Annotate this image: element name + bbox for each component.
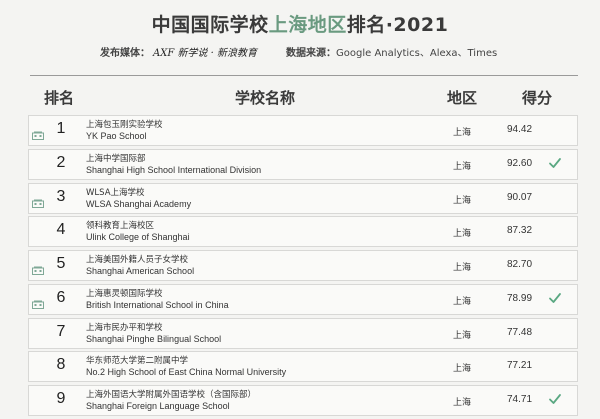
- score: 90.07: [507, 191, 533, 203]
- table-row: 9 上海外国语大学附属外国语学校（含国际部） Shanghai Foreign La…: [28, 385, 578, 416]
- title-highlight: 上海地区: [268, 14, 347, 36]
- header-name: 学校名称: [235, 89, 296, 107]
- rank-number: 2: [56, 153, 66, 171]
- header-score: 得分: [522, 89, 553, 107]
- table-row: 7 上海市民办平和学校 Shanghai Pinghe Bilingual Scho…: [28, 317, 578, 349]
- score: 78.99: [507, 292, 533, 304]
- school-name-cn: 上海美国外籍人员子女学校: [86, 255, 189, 265]
- region: 上海: [453, 195, 472, 206]
- title-part3: 排名·2021: [346, 14, 449, 36]
- school-name-en: British International School in China: [86, 299, 229, 310]
- region: 上海: [453, 330, 472, 341]
- school-building-icon: [32, 294, 44, 309]
- checkmark-icon: [548, 391, 562, 405]
- school-name-en: Shanghai American School: [86, 266, 195, 276]
- school-name-en: Shanghai Foreign Language School: [86, 401, 230, 411]
- school-name-cn: 上海惠灵顿国际学校: [86, 288, 163, 299]
- table-row: 1 上海包玉刚实验学校 YK Pao School 上海 94.42: [28, 115, 578, 146]
- publisher-label: 发布媒体：: [100, 48, 150, 59]
- school-name-en: Shanghai High School International Divis…: [86, 164, 262, 175]
- school-name-cn: 华东师范大学第二附属中学: [86, 356, 189, 367]
- ranking-table: 1 上海包玉刚实验学校 YK Pao School 上海 94.42 2 上海中学国际部 Sh…: [28, 115, 578, 419]
- source-value: Google Analytics、Alexa、Times: [336, 48, 498, 59]
- region: 上海: [453, 398, 472, 408]
- divider: [30, 75, 578, 76]
- school-name-cn: 上海市民办平和学校: [86, 322, 163, 333]
- score: 77.21: [507, 360, 533, 372]
- table-row: 8 华东师范大学第二附属中学 No.2 High School of East Ch…: [28, 351, 578, 383]
- table-row: 6 上海惠灵顿国际学校 British International School i…: [28, 283, 578, 315]
- school-name-cn: 领科教育上海校区: [86, 221, 155, 232]
- table-row: 2 上海中学国际部 Shanghai High School Internation…: [28, 148, 578, 180]
- region: 上海: [453, 296, 472, 307]
- school-name-cn: WLSA上海学校: [86, 187, 145, 198]
- rank-number: 3: [56, 187, 66, 205]
- title-part1: 中国国际学校: [151, 14, 269, 36]
- header-rank: 排名: [44, 89, 75, 107]
- publisher: 发布媒体： AXF 新学说 · 新浪教育: [100, 44, 257, 59]
- rank-number: 8: [56, 356, 66, 374]
- school-building-icon: [32, 193, 44, 208]
- rank-number: 1: [56, 120, 66, 137]
- region: 上海: [453, 364, 472, 375]
- school-name-en: YK Pao School: [86, 131, 147, 141]
- school-name-cn: 上海外国语大学附属外国语学校（含国际部）: [86, 390, 257, 400]
- rank-number: 7: [56, 322, 66, 340]
- rank-number: 6: [56, 288, 66, 306]
- table-row: 5 上海美国外籍人员子女学校 Shanghai American School 上海 8…: [28, 250, 578, 281]
- rank-number: 5: [56, 255, 66, 272]
- checkmark-icon: [548, 155, 562, 169]
- score: 87.32: [507, 225, 533, 237]
- school-building-icon: [32, 260, 44, 275]
- checkmark-icon: [548, 290, 562, 304]
- school-name-en: Shanghai Pinghe Bilingual School: [86, 333, 222, 344]
- page-title: 中国国际学校上海地区排名·2021: [0, 10, 600, 37]
- rank-number: 9: [56, 390, 66, 407]
- data-source: 数据来源：Google Analytics、Alexa、Times: [286, 44, 497, 59]
- school-building-icon: [32, 125, 44, 140]
- region: 上海: [453, 161, 472, 172]
- school-name-cn: 上海中学国际部: [86, 153, 146, 164]
- table-row: 4 领科教育上海校区 Ulink College of Shanghai 上海 87.3…: [28, 216, 578, 248]
- school-name-en: Ulink College of Shanghai: [86, 232, 190, 243]
- score: 92.60: [507, 157, 533, 169]
- header-region: 地区: [447, 89, 478, 107]
- region: 上海: [453, 263, 472, 273]
- rank-number: 4: [56, 221, 66, 239]
- table-row: 3 WLSA上海学校 WLSA Shanghai Academy 上海 90.07: [28, 182, 578, 214]
- school-name-en: No.2 High School of East China Normal Un…: [86, 367, 287, 378]
- score: 94.42: [507, 124, 533, 135]
- school-name-cn: 上海包玉刚实验学校: [86, 120, 163, 130]
- score: 77.48: [507, 326, 533, 338]
- region: 上海: [453, 229, 472, 240]
- table-header: 排名 学校名称 地区 得分: [30, 84, 578, 110]
- source-label: 数据来源：: [286, 48, 336, 59]
- region: 上海: [453, 128, 472, 138]
- publisher-signature: AXF 新学说 · 新浪教育: [153, 48, 257, 59]
- school-name-en: WLSA Shanghai Academy: [86, 198, 192, 209]
- score: 82.70: [507, 259, 533, 270]
